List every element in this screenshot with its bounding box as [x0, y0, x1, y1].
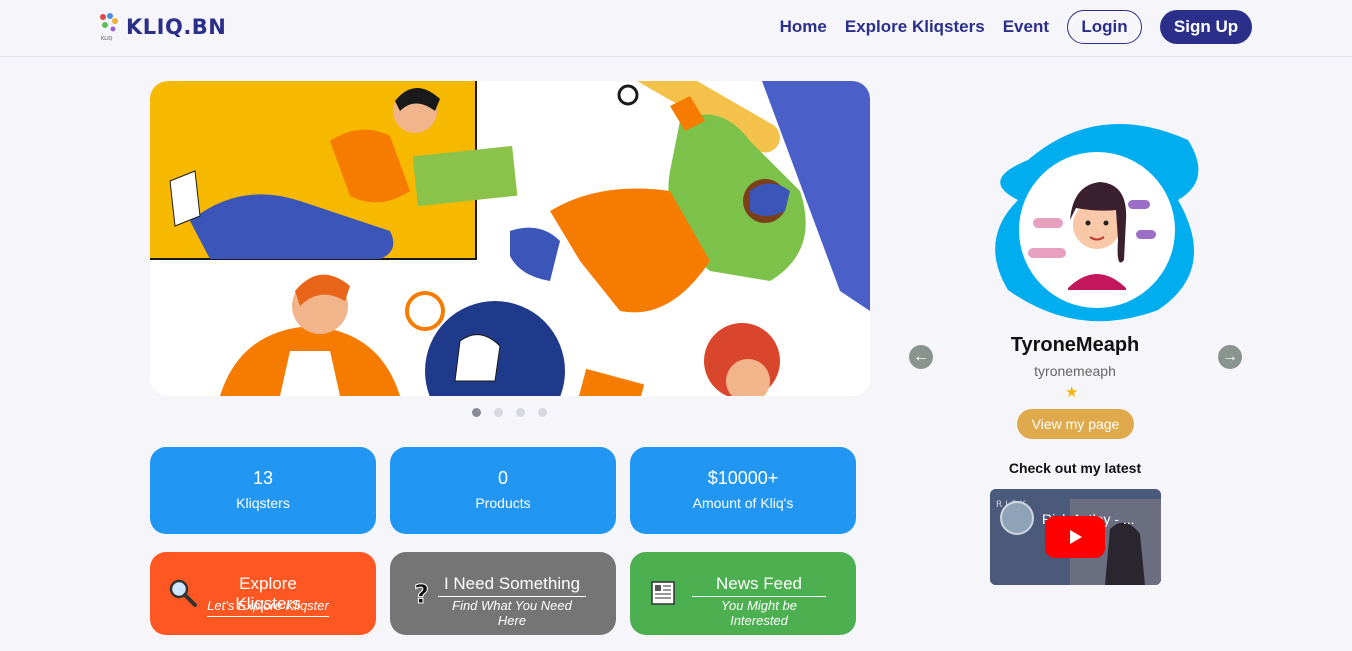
- carousel-indicators: [472, 408, 547, 417]
- newspaper-icon: [648, 578, 678, 608]
- profile-name: TyroneMeaph: [1010, 334, 1140, 356]
- view-my-page-button[interactable]: View my page: [1017, 409, 1134, 439]
- stat-value: $10000+: [707, 468, 779, 488]
- carousel-dot[interactable]: [538, 408, 547, 417]
- stat-label: Products: [475, 495, 531, 511]
- star-icon: ★: [1065, 384, 1079, 401]
- svg-text:?: ?: [414, 580, 429, 608]
- channel-avatar: [1000, 501, 1034, 535]
- stat-label: Kliqsters: [236, 495, 290, 511]
- brand[interactable]: KLIQ KLIQ.BN: [98, 12, 226, 42]
- main-nav: Home Explore Kliqsters Event Login Sign …: [780, 10, 1252, 44]
- brand-name: KLIQ.BN: [126, 15, 227, 39]
- stat-value: 13: [252, 468, 274, 488]
- card-title: I Need Something: [438, 574, 586, 597]
- profile-username: tyronemeaph: [1034, 363, 1116, 379]
- brand-logo-icon: KLIQ: [98, 12, 120, 42]
- card-subtitle: You Might be Interested: [721, 598, 797, 628]
- carousel-dot[interactable]: [494, 408, 503, 417]
- card-title: News Feed: [692, 574, 826, 597]
- youtube-play-icon[interactable]: [1045, 516, 1105, 558]
- explore-kliqsters-card[interactable]: Explore Kliqsters Let's Explore Kliqster: [150, 552, 376, 635]
- carousel-dot[interactable]: [472, 408, 481, 417]
- youtube-video-embed[interactable]: R I C K Rick Astley - ...: [990, 489, 1161, 585]
- profile-avatar: [988, 120, 1206, 325]
- card-subtitle: Find What You Need Here: [452, 598, 572, 628]
- prev-arrow-icon[interactable]: ←: [909, 345, 933, 369]
- i-need-something-card[interactable]: ? I Need Something Find What You Need He…: [390, 552, 616, 635]
- latest-heading: Check out my latest: [1008, 460, 1142, 476]
- question-icon: ?: [408, 578, 438, 611]
- nav-event[interactable]: Event: [1003, 17, 1049, 37]
- stat-products: 0 Products: [390, 447, 616, 534]
- hero-carousel-image[interactable]: [150, 81, 870, 396]
- magnifier-icon: [168, 578, 198, 608]
- card-subtitle: Let's Explore Kliqster: [207, 598, 329, 613]
- stat-kliqsters: 13 Kliqsters: [150, 447, 376, 534]
- news-feed-card[interactable]: News Feed You Might be Interested: [630, 552, 856, 635]
- login-button[interactable]: Login: [1067, 10, 1142, 44]
- top-navbar: KLIQ KLIQ.BN Home Explore Kliqsters Even…: [0, 0, 1352, 57]
- signup-button[interactable]: Sign Up: [1160, 10, 1252, 44]
- nav-explore-kliqsters[interactable]: Explore Kliqsters: [845, 17, 985, 37]
- next-arrow-icon[interactable]: →: [1218, 345, 1242, 369]
- stat-amount: $10000+ Amount of Kliq's: [630, 447, 856, 534]
- stat-value: 0: [497, 468, 508, 488]
- svg-text:KLIQ: KLIQ: [101, 36, 113, 42]
- carousel-dot[interactable]: [516, 408, 525, 417]
- stat-label: Amount of Kliq's: [692, 495, 794, 511]
- nav-home[interactable]: Home: [780, 17, 827, 37]
